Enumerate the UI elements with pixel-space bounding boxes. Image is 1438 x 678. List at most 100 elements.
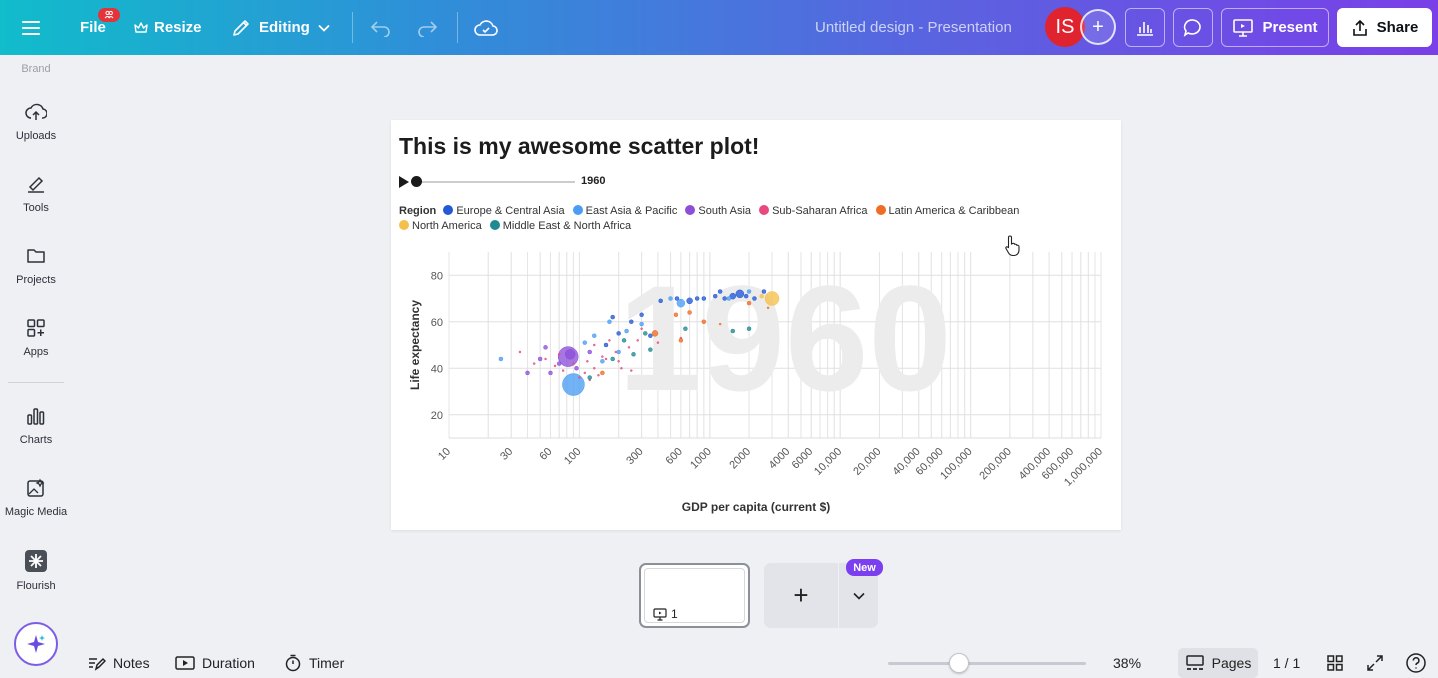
slider-handle[interactable]: [411, 176, 422, 187]
present-button[interactable]: Present: [1221, 8, 1329, 47]
data-point: [600, 370, 605, 376]
data-point: [564, 349, 576, 360]
legend-entry[interactable]: East Asia & Pacific: [572, 205, 678, 217]
sidebar-item-brand[interactable]: Brand: [0, 63, 72, 75]
play-icon[interactable]: [399, 176, 409, 188]
data-point: [553, 364, 557, 368]
data-point: [687, 310, 692, 315]
crown-icon: [134, 21, 148, 33]
toolbar-divider: [352, 12, 353, 43]
redo-button[interactable]: [416, 0, 438, 55]
x-tick-label: 100: [562, 446, 583, 467]
duration-button[interactable]: Duration: [175, 648, 255, 678]
document-title[interactable]: Untitled design - Presentation: [815, 0, 1012, 55]
data-point: [686, 297, 693, 305]
pages-view-button[interactable]: Pages: [1178, 648, 1258, 678]
data-point: [764, 291, 780, 306]
share-button[interactable]: Share: [1337, 8, 1432, 47]
legend-entry[interactable]: Sub-Saharan Africa: [759, 205, 867, 217]
insights-button[interactable]: [1125, 8, 1165, 47]
data-point: [616, 331, 621, 336]
x-tick-label: 30: [498, 446, 515, 463]
timer-button[interactable]: Timer: [284, 648, 344, 678]
data-point: [627, 346, 631, 349]
add-page-button[interactable]: +: [764, 563, 838, 628]
sidebar-item-label: Charts: [19, 434, 53, 446]
sidebar-item-label: Projects: [16, 274, 56, 286]
sidebar-item-uploads[interactable]: Uploads: [0, 101, 72, 142]
editing-mode-dropdown[interactable]: Editing: [231, 0, 330, 55]
slide-canvas[interactable]: This is my awesome scatter plot! 1960 Re…: [391, 120, 1121, 530]
data-point: [614, 350, 617, 354]
x-tick-label: 600: [664, 446, 685, 467]
add-collaborator-button[interactable]: +: [1080, 9, 1116, 45]
scatter-plot: 20 40 60 80 1960 10 30 60 100 300 600 1000 2000 40006…: [408, 252, 1105, 489]
data-point: [766, 306, 770, 310]
chevron-down-icon: [852, 592, 865, 600]
legend-entry[interactable]: South Asia: [685, 205, 751, 217]
present-label: Present: [1262, 19, 1318, 36]
legend-label: East Asia & Pacific: [585, 205, 678, 217]
comments-button[interactable]: [1173, 8, 1213, 47]
sidebar-item-charts[interactable]: Charts: [0, 405, 72, 446]
magic-assistant-button[interactable]: [14, 622, 58, 666]
data-point: [629, 319, 634, 324]
data-point: [582, 340, 588, 345]
data-point: [631, 352, 636, 357]
page-thumbnail[interactable]: 1: [639, 563, 750, 628]
data-point: [694, 296, 700, 301]
data-point: [587, 349, 592, 355]
data-point: [630, 369, 633, 372]
data-point: [608, 339, 611, 342]
sidebar-item-magic-media[interactable]: Magic Media: [0, 477, 72, 518]
x-tick-label: 200,000: [977, 446, 1014, 483]
zoom-percentage[interactable]: 38%: [1113, 648, 1141, 678]
legend-swatch: [875, 205, 886, 215]
legend-entry[interactable]: Middle East & North Africa: [489, 220, 631, 232]
legend-entry[interactable]: Latin America & Caribbean: [875, 205, 1019, 217]
data-point: [556, 361, 562, 366]
fullscreen-button[interactable]: [1366, 648, 1384, 678]
user-avatar[interactable]: IS: [1045, 7, 1085, 47]
main-menu-button[interactable]: [22, 0, 50, 55]
x-tick-label: 300: [624, 446, 645, 467]
sidebar-item-apps[interactable]: Apps: [0, 317, 72, 358]
x-tick-label: 10,000: [812, 446, 844, 478]
data-point: [532, 362, 536, 365]
data-point: [759, 293, 764, 299]
data-point: [673, 312, 679, 318]
legend-label: South Asia: [698, 205, 752, 217]
zoom-slider-track[interactable]: [888, 662, 1086, 665]
sidebar-item-projects[interactable]: Projects: [0, 245, 72, 286]
data-point: [639, 312, 644, 318]
bar-chart-icon: [1137, 21, 1153, 36]
legend-title: Region: [399, 205, 437, 217]
notes-button[interactable]: Notes: [88, 648, 150, 678]
zoom-slider-handle[interactable]: [949, 653, 969, 673]
x-tick-label: 1000: [688, 446, 714, 472]
magic-media-icon: [27, 478, 45, 497]
x-tick-label: 2000: [727, 446, 753, 472]
undo-button[interactable]: [370, 0, 392, 55]
legend-entry[interactable]: Europe & Central Asia: [443, 205, 565, 217]
y-tick-label: 60: [431, 317, 443, 329]
sidebar-item-tools[interactable]: Tools: [0, 173, 72, 214]
legend-entry[interactable]: North America: [399, 220, 482, 232]
sidebar-item-label: Magic Media: [4, 506, 68, 518]
x-tick-label: 20,000: [851, 446, 883, 478]
pencil-icon: [233, 19, 249, 36]
thumbnail-page-number: 1: [653, 607, 678, 621]
sidebar-item-flourish[interactable]: Flourish: [0, 549, 72, 592]
grid-view-button[interactable]: [1326, 648, 1344, 678]
data-point: [678, 338, 684, 343]
document-title-text: Untitled design - Presentation: [815, 19, 1012, 36]
avatar-initials: IS: [1055, 15, 1075, 38]
save-status-button[interactable]: [474, 0, 498, 55]
resize-button[interactable]: Resize: [134, 0, 202, 55]
help-button[interactable]: [1405, 648, 1427, 678]
current-year-label: 1960: [581, 175, 606, 187]
undo-icon: [370, 20, 390, 37]
left-sidebar: Brand Uploads Tools Projects Apps Charts…: [0, 55, 72, 678]
x-tick-label: 100,000: [938, 446, 975, 483]
y-axis-title: Life expectancy: [408, 300, 422, 390]
